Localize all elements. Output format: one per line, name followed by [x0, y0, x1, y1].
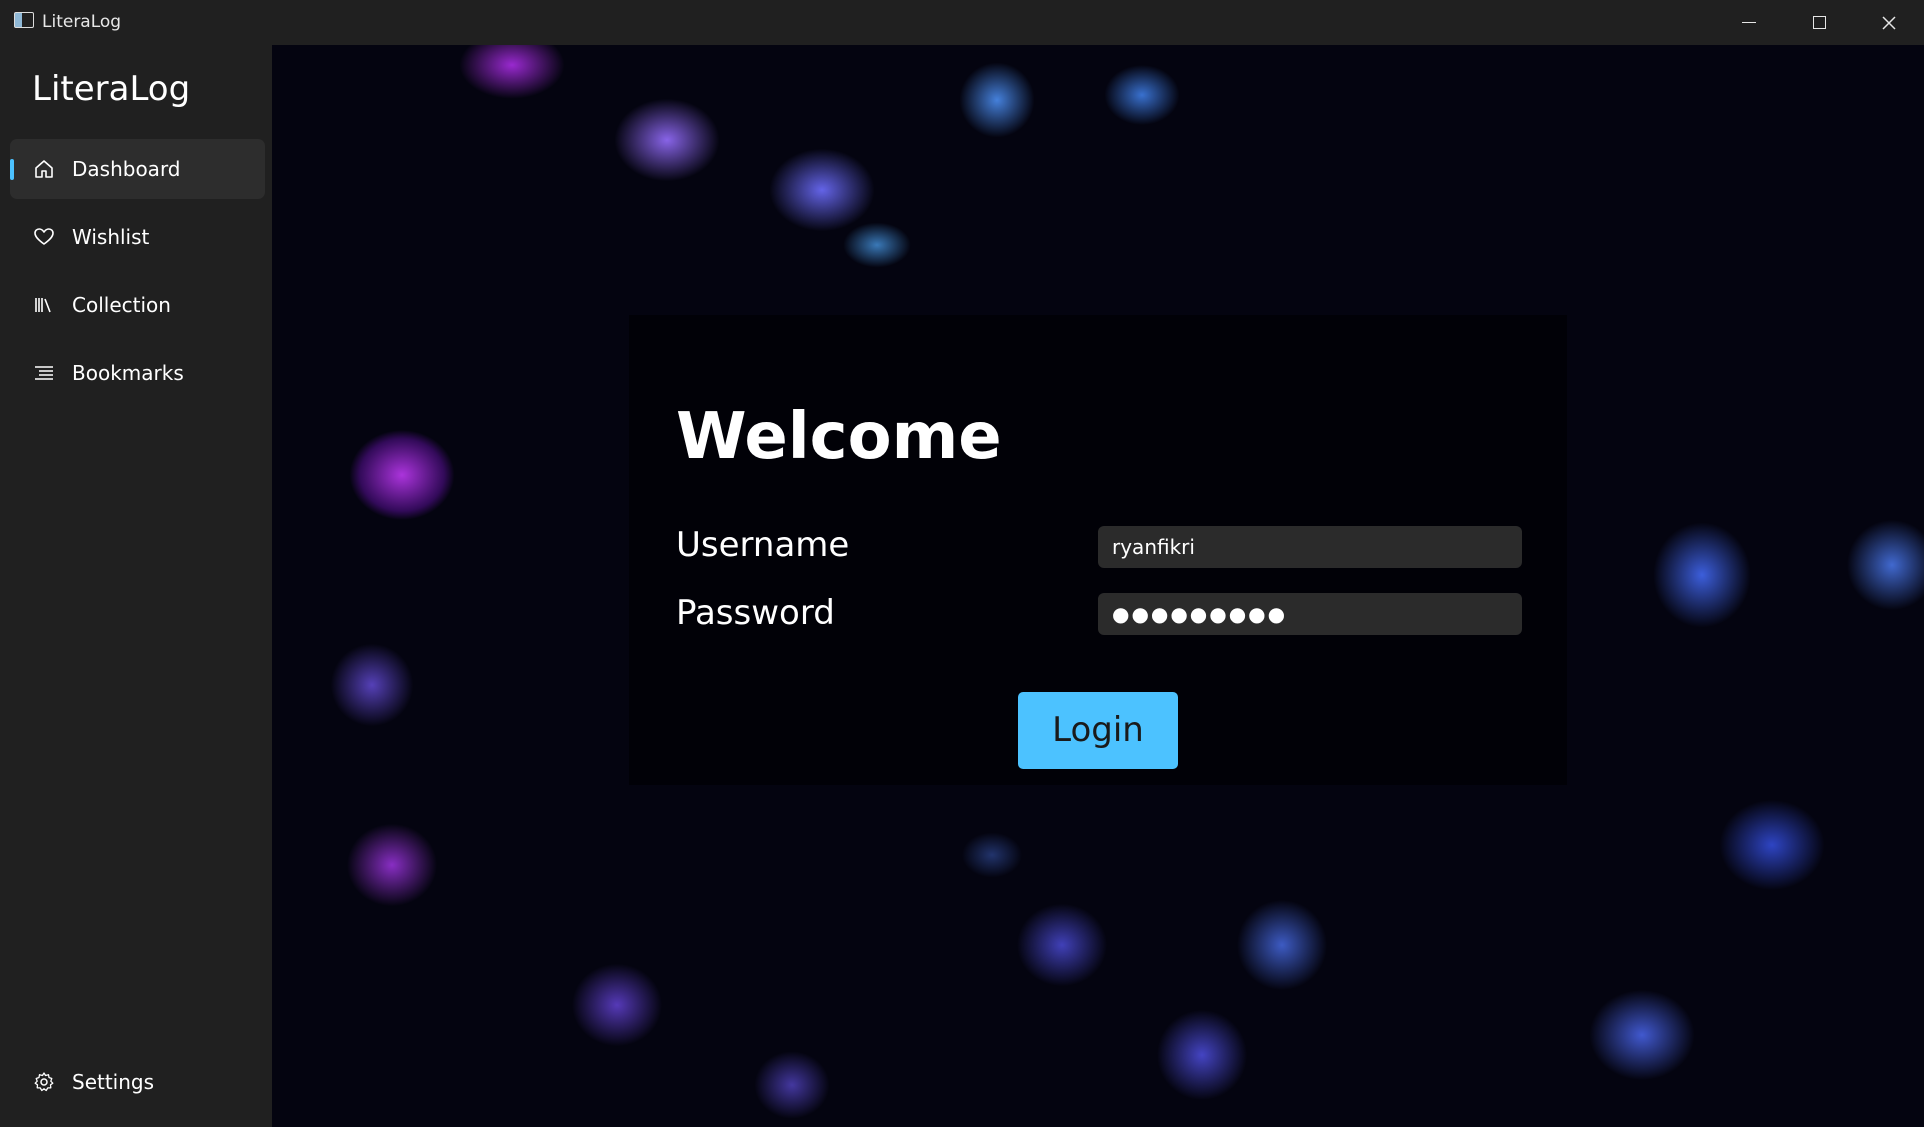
sidebar: LiteraLog Dashboard Wishlist Collection …: [0, 45, 272, 1127]
sidebar-item-wishlist[interactable]: Wishlist: [10, 207, 265, 267]
close-button[interactable]: [1854, 0, 1924, 45]
app-window: LiteraLog LiteraLog Dashboard Wishlist C…: [0, 0, 1924, 1127]
sidebar-item-label: Collection: [72, 293, 171, 317]
sidebar-item-dashboard[interactable]: Dashboard: [10, 139, 265, 199]
app-window-icon: [14, 12, 34, 28]
sidebar-item-label: Wishlist: [72, 225, 150, 249]
gear-icon: [32, 1070, 56, 1094]
login-button[interactable]: Login: [1018, 692, 1178, 769]
minimize-icon: [1742, 21, 1756, 24]
app-brand-title: LiteraLog: [32, 69, 191, 109]
sidebar-item-collection[interactable]: Collection: [10, 275, 265, 335]
minimize-button[interactable]: [1714, 0, 1784, 45]
username-input[interactable]: [1098, 526, 1522, 568]
jellyfish-background: [272, 45, 1924, 1127]
bookmarks-list-icon: [32, 361, 56, 385]
sidebar-item-settings[interactable]: Settings: [10, 1052, 265, 1112]
heart-icon: [32, 225, 56, 249]
sidebar-item-label: Settings: [72, 1070, 155, 1094]
password-input[interactable]: [1098, 593, 1522, 635]
library-icon: [32, 293, 56, 317]
title-bar[interactable]: LiteraLog: [0, 0, 1924, 45]
username-label: Username: [676, 525, 850, 565]
home-icon: [32, 157, 56, 181]
password-label: Password: [676, 593, 835, 633]
sidebar-item-label: Bookmarks: [72, 361, 184, 385]
close-icon: [1882, 15, 1896, 30]
maximize-button[interactable]: [1784, 0, 1854, 45]
sidebar-item-bookmarks[interactable]: Bookmarks: [10, 343, 265, 403]
welcome-heading: Welcome: [676, 400, 1002, 474]
active-indicator: [10, 159, 14, 180]
window-title: LiteraLog: [42, 12, 122, 32]
sidebar-item-label: Dashboard: [72, 157, 181, 181]
maximize-icon: [1812, 16, 1826, 29]
